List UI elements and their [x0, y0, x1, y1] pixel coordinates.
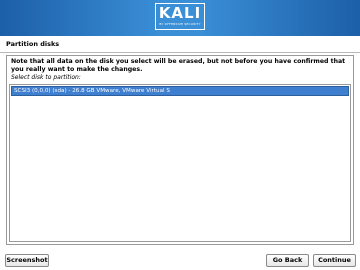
header-divider [0, 52, 360, 53]
header-banner: KALI BY OFFENSIVE SECURITY [0, 0, 360, 36]
content-panel: Note that all data on the disk you selec… [6, 55, 354, 245]
erase-warning-text: Note that all data on the disk you selec… [11, 58, 346, 73]
logo-text: KALI [158, 4, 202, 22]
go-back-button[interactable]: Go Back [266, 254, 309, 267]
disk-select-prompt: Select disk to partition: [11, 74, 81, 81]
continue-button[interactable]: Continue [313, 254, 356, 267]
disk-item-sda[interactable]: SCSI3 (0,0,0) (sda) - 26.8 GB VMware, VM… [11, 86, 349, 96]
disk-list[interactable]: SCSI3 (0,0,0) (sda) - 26.8 GB VMware, VM… [9, 84, 351, 242]
page-title: Partition disks [6, 40, 60, 48]
kali-logo: KALI BY OFFENSIVE SECURITY [155, 3, 205, 30]
screenshot-button[interactable]: Screenshot [5, 254, 49, 267]
logo-subtext: BY OFFENSIVE SECURITY [159, 22, 201, 26]
